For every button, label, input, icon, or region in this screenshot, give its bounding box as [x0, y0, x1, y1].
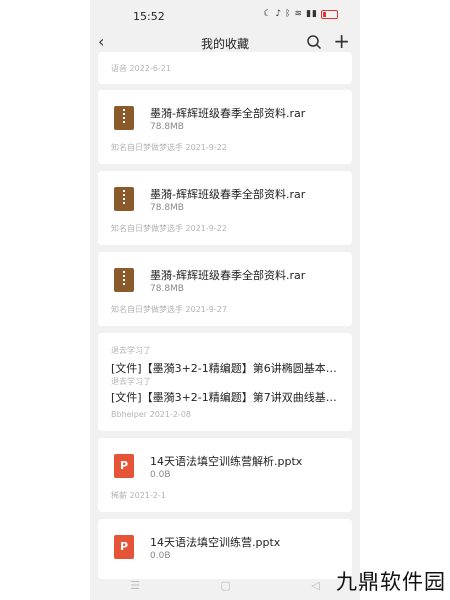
- watermark-text: 九鼎软件园: [336, 570, 446, 594]
- moon-icon: ☾: [263, 9, 273, 19]
- item-meta: 知名自日梦做梦选手 2021-9-22: [111, 224, 227, 233]
- search-icon[interactable]: [306, 34, 322, 50]
- file-name: 墨漪-辉辉班级春季全部资料.rar: [150, 107, 306, 120]
- item-meta: Bbhelper 2021-2-08: [111, 410, 192, 419]
- signal-icon: ▮▮: [306, 9, 318, 19]
- file-size: 0.0B: [150, 470, 171, 480]
- chat-note: 退去学习了: [111, 377, 151, 386]
- home-icon[interactable]: ▢: [220, 579, 230, 592]
- file-name: 14天语法填空训练营解析.pptx: [150, 455, 303, 468]
- system-nav-bar: ☰ ▢ ◁: [90, 570, 360, 600]
- menu-icon[interactable]: ☰: [130, 579, 140, 592]
- ppt-file-icon: P: [114, 535, 134, 559]
- wifi-icon: ≋: [294, 9, 304, 19]
- phone-screen: 15:52 ☾ ♪ ᛒ ≋ ▮▮ ‹ 我的收藏 + 语音 2022-6-21 墨…: [90, 0, 360, 600]
- file-name: 墨漪-辉辉班级春季全部资料.rar: [150, 269, 306, 282]
- ppt-file-icon: P: [114, 454, 134, 478]
- list-item[interactable]: 墨漪-辉辉班级春季全部资料.rar 78.8MB 知名自日梦做梦选手 2021-…: [98, 171, 352, 245]
- rar-file-icon: [114, 268, 134, 292]
- status-time: 15:52: [133, 10, 165, 23]
- item-meta: 语音 2022-6-21: [111, 64, 171, 73]
- chat-line: [文件]【墨漪3+2-1精编题】第6讲椭圆基本…: [111, 362, 337, 375]
- status-bar: 15:52 ☾ ♪ ᛒ ≋ ▮▮: [90, 0, 360, 32]
- add-icon[interactable]: +: [333, 30, 350, 52]
- chat-note: 退去学习了: [111, 346, 151, 355]
- status-icons: ☾ ♪ ᛒ ≋ ▮▮: [263, 9, 338, 19]
- chat-record-item[interactable]: 退去学习了 [文件]【墨漪3+2-1精编题】第6讲椭圆基本… 退去学习了 [文件…: [98, 333, 352, 431]
- file-name: 14天语法填空训练营.pptx: [150, 536, 281, 549]
- file-name: 墨漪-辉辉班级春季全部资料.rar: [150, 188, 306, 201]
- item-meta: 知名自日梦做梦选手 2021-9-22: [111, 143, 227, 152]
- battery-icon: [321, 9, 338, 19]
- list-item[interactable]: 墨漪-辉辉班级春季全部资料.rar 78.8MB 知名自日梦做梦选手 2021-…: [98, 90, 352, 164]
- back-nav-icon[interactable]: ◁: [311, 579, 319, 592]
- list-item[interactable]: 语音 2022-6-21: [98, 52, 352, 84]
- file-size: 78.8MB: [150, 284, 184, 294]
- mute-icon: ♪: [275, 9, 283, 19]
- file-size: 78.8MB: [150, 203, 184, 213]
- file-size: 0.0B: [150, 551, 171, 561]
- chat-line: [文件]【墨漪3+2-1精编题】第7讲双曲线基…: [111, 391, 337, 404]
- bluetooth-icon: ᛒ: [285, 9, 292, 19]
- item-meta: 稀薪 2021-2-1: [111, 491, 166, 500]
- item-meta: 知名自日梦做梦选手 2021-9-27: [111, 305, 227, 314]
- list-item[interactable]: 墨漪-辉辉班级春季全部资料.rar 78.8MB 知名自日梦做梦选手 2021-…: [98, 252, 352, 326]
- rar-file-icon: [114, 187, 134, 211]
- list-item[interactable]: P 14天语法填空训练营解析.pptx 0.0B 稀薪 2021-2-1: [98, 438, 352, 512]
- file-size: 78.8MB: [150, 122, 184, 132]
- rar-file-icon: [114, 106, 134, 130]
